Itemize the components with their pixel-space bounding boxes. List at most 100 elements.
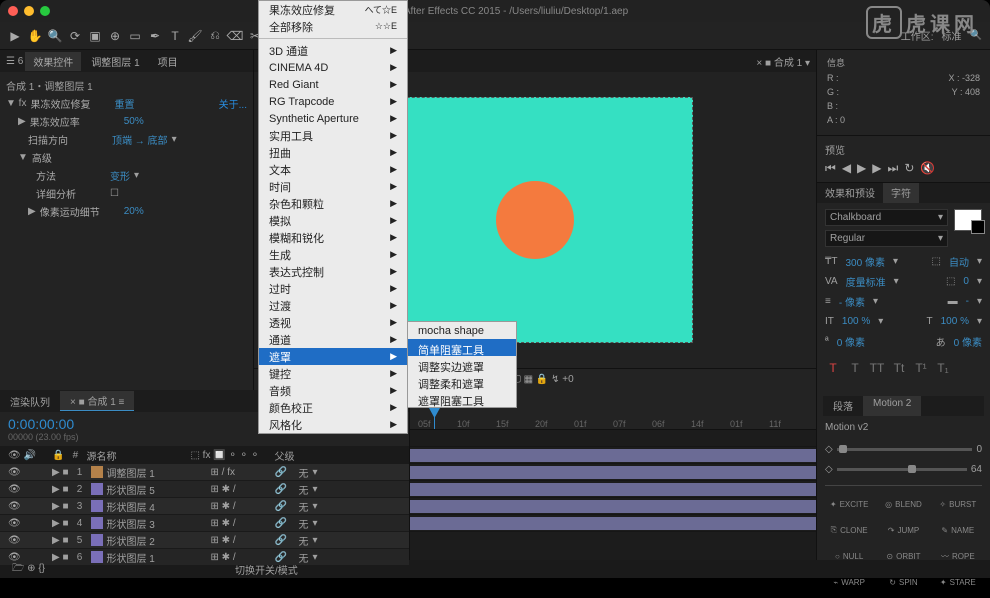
- tab-project[interactable]: 项目: [150, 52, 186, 71]
- maximize-window-icon[interactable]: [40, 6, 50, 16]
- menu-item[interactable]: 模糊和锐化▶: [259, 229, 407, 246]
- menu-item[interactable]: 文本▶: [259, 161, 407, 178]
- tab-paragraph[interactable]: 段落: [823, 396, 863, 416]
- motion-btn-clone[interactable]: ⎘CLONE: [825, 520, 873, 540]
- shape-tool-icon[interactable]: ▭: [128, 29, 142, 43]
- viewer-comp-name[interactable]: 合成 1: [774, 58, 802, 69]
- menu-item[interactable]: 杂色和颗粒▶: [259, 195, 407, 212]
- status-icons[interactable]: 🗁 ⊕ {}: [12, 561, 45, 578]
- menu-item[interactable]: 扭曲▶: [259, 144, 407, 161]
- play-icon[interactable]: ▶: [857, 161, 866, 176]
- italic-icon[interactable]: T: [847, 361, 863, 375]
- next-frame-icon[interactable]: ▶: [872, 161, 881, 176]
- layer-row[interactable]: 👁▶ ■ 2 形状图层 5 ⊞ ✱ / 🔗无▾: [0, 481, 409, 498]
- shape-circle[interactable]: [496, 181, 574, 259]
- fx-toggle-icon[interactable]: ▼ fx: [6, 98, 26, 109]
- submenu-item[interactable]: 简单阻塞工具: [408, 339, 516, 356]
- effect-name[interactable]: 果冻效应修复: [30, 96, 90, 111]
- menu-item[interactable]: RG Trapcode▶: [259, 93, 407, 110]
- tab-effects-presets[interactable]: 效果和预设: [817, 183, 883, 203]
- tab-render-queue[interactable]: 渲染队列: [0, 392, 60, 411]
- selection-tool-icon[interactable]: ▶: [8, 29, 22, 43]
- hand-tool-icon[interactable]: ✋: [28, 29, 42, 43]
- menu-item[interactable]: 遮罩▶: [259, 348, 407, 365]
- text-tool-icon[interactable]: T: [168, 29, 182, 43]
- stamp-tool-icon[interactable]: ⎌: [208, 29, 222, 43]
- effects-context-menu[interactable]: 果冻效应修复へて☆E全部移除☆☆E3D 通道▶CINEMA 4D▶Red Gia…: [258, 0, 408, 434]
- prev-frame-icon[interactable]: ◀: [842, 161, 851, 176]
- submenu-item[interactable]: 调整实边遮罩: [408, 356, 516, 373]
- menu-item[interactable]: 键控▶: [259, 365, 407, 382]
- style-select[interactable]: Regular▾: [825, 230, 948, 247]
- loop-icon[interactable]: ↻: [904, 161, 914, 176]
- menu-item[interactable]: 实用工具▶: [259, 127, 407, 144]
- layer-row[interactable]: 👁▶ ■ 4 形状图层 3 ⊞ ✱ / 🔗无▾: [0, 515, 409, 532]
- motion-btn-spin[interactable]: ↻SPIN: [879, 572, 927, 592]
- anchor-tool-icon[interactable]: ⊕: [108, 29, 122, 43]
- canvas[interactable]: [377, 97, 693, 343]
- tab-motion2[interactable]: Motion 2: [863, 396, 921, 416]
- motion-btn-name[interactable]: ✎NAME: [934, 520, 982, 540]
- menu-item[interactable]: Synthetic Aperture▶: [259, 110, 407, 127]
- smallcaps-icon[interactable]: Tt: [891, 361, 907, 375]
- pixel-value[interactable]: 20%: [124, 206, 144, 217]
- brush-tool-icon[interactable]: 🖌: [188, 29, 202, 43]
- superscript-icon[interactable]: T¹: [913, 361, 929, 375]
- font-select[interactable]: Chalkboard▾: [825, 209, 948, 226]
- scan-value[interactable]: 顶端 → 底部: [112, 132, 168, 147]
- zoom-tool-icon[interactable]: 🔍: [48, 29, 62, 43]
- menu-item[interactable]: 过渡▶: [259, 297, 407, 314]
- slider-2[interactable]: [837, 468, 967, 471]
- motion-btn-null[interactable]: ○NULL: [825, 546, 873, 566]
- reset-button[interactable]: 重置: [114, 96, 134, 111]
- menu-item[interactable]: 果冻效应修复へて☆E: [259, 1, 407, 18]
- caps-icon[interactable]: TT: [869, 361, 885, 375]
- timecode[interactable]: 0:00:00:00: [8, 416, 79, 432]
- method-value[interactable]: 变形: [110, 168, 130, 183]
- motion-btn-warp[interactable]: ⌁WARP: [825, 572, 873, 592]
- tracks[interactable]: [410, 430, 816, 560]
- tab-effect-controls[interactable]: 效果控件: [25, 52, 81, 71]
- matte-submenu[interactable]: mocha shape简单阻塞工具调整实边遮罩调整柔和遮罩遮罩阻塞工具: [407, 321, 517, 408]
- pen-tool-icon[interactable]: ✒: [148, 29, 162, 43]
- menu-item[interactable]: 风格化▶: [259, 416, 407, 433]
- motion-btn-rope[interactable]: 〰ROPE: [934, 546, 982, 566]
- minimize-window-icon[interactable]: [24, 6, 34, 16]
- panel-stack-icon[interactable]: ☰ 6: [6, 56, 23, 67]
- motion-btn-blend[interactable]: ◎BLEND: [879, 494, 927, 514]
- diamond-icon[interactable]: ◇: [825, 444, 833, 455]
- menu-item[interactable]: 透视▶: [259, 314, 407, 331]
- menu-item[interactable]: Red Giant▶: [259, 76, 407, 93]
- last-frame-icon[interactable]: ⏭: [888, 161, 899, 176]
- motion-btn-burst[interactable]: ✧BURST: [934, 494, 982, 514]
- checkbox-icon[interactable]: ☐: [110, 188, 119, 199]
- mute-icon[interactable]: 🔇: [920, 161, 935, 176]
- submenu-item[interactable]: 调整柔和遮罩: [408, 373, 516, 390]
- menu-item[interactable]: CINEMA 4D▶: [259, 59, 407, 76]
- submenu-item[interactable]: mocha shape: [408, 322, 516, 339]
- tab-character[interactable]: 字符: [883, 183, 919, 203]
- motion-btn-excite[interactable]: ✦EXCITE: [825, 494, 873, 514]
- motion-btn-jump[interactable]: ↷JUMP: [879, 520, 927, 540]
- menu-item[interactable]: 全部移除☆☆E: [259, 18, 407, 35]
- layer-row[interactable]: 👁▶ ■ 1 调整图层 1 ⊞ / fx 🔗无▾: [0, 464, 409, 481]
- menu-item[interactable]: 颜色校正▶: [259, 399, 407, 416]
- tab-adjustment[interactable]: 调整图层 1: [83, 52, 147, 71]
- diamond-icon[interactable]: ◇: [825, 464, 833, 475]
- about-link[interactable]: 关于...: [219, 96, 247, 111]
- motion-btn-stare[interactable]: ✦STARE: [934, 572, 982, 592]
- menu-item[interactable]: 音频▶: [259, 382, 407, 399]
- close-window-icon[interactable]: [8, 6, 18, 16]
- advanced-label[interactable]: 高级: [32, 150, 52, 165]
- menu-item[interactable]: 生成▶: [259, 246, 407, 263]
- menu-item[interactable]: 模拟▶: [259, 212, 407, 229]
- dropdown-icon[interactable]: ▾: [172, 134, 177, 145]
- camera-tool-icon[interactable]: ▣: [88, 29, 102, 43]
- first-frame-icon[interactable]: ⏮: [825, 161, 836, 176]
- dropdown-icon[interactable]: ▾: [134, 170, 139, 181]
- layer-row[interactable]: 👁▶ ■ 3 形状图层 4 ⊞ ✱ / 🔗无▾: [0, 498, 409, 515]
- submenu-item[interactable]: 遮罩阻塞工具: [408, 390, 516, 407]
- menu-item[interactable]: 时间▶: [259, 178, 407, 195]
- menu-item[interactable]: 过时▶: [259, 280, 407, 297]
- eraser-tool-icon[interactable]: ⌫: [228, 29, 242, 43]
